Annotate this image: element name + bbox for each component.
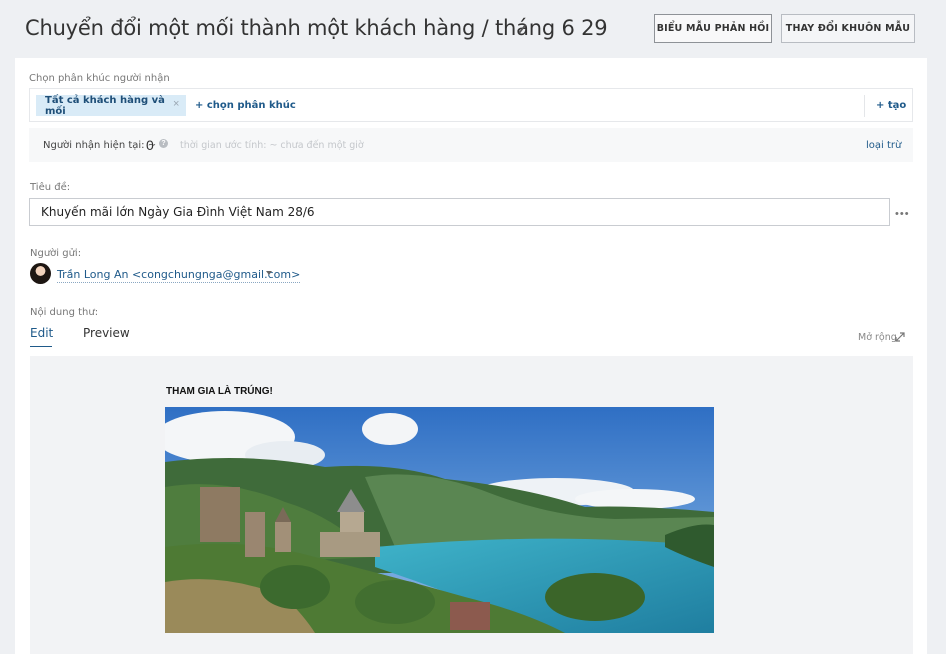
recipients-label: Người nhận hiện tại: ~ — [43, 140, 157, 151]
add-segment-link[interactable]: + chọn phân khúc — [195, 100, 296, 111]
email-heading[interactable]: THAM GIA LÀ TRÚNG! — [166, 386, 273, 397]
active-tab-indicator — [30, 346, 52, 347]
create-segment-link[interactable]: + tạo — [876, 100, 906, 111]
change-template-button[interactable]: THAY ĐỔI KHUÔN MẪU — [781, 14, 915, 43]
email-hero-image[interactable] — [165, 407, 714, 633]
caret-down-icon[interactable] — [266, 271, 272, 275]
remove-segment-icon[interactable]: × — [173, 98, 179, 110]
recipients-count: 0 — [146, 137, 154, 153]
sender-label: Người gửi: — [30, 248, 82, 259]
avatar — [30, 263, 51, 284]
header: Chuyển đổi một mối thành một khách hàng … — [0, 0, 946, 58]
segment-tag[interactable]: Tất cả khách hàng và mối — [36, 95, 186, 117]
help-icon[interactable]: ? — [159, 139, 168, 148]
segment-label: Chọn phân khúc người nhận — [29, 73, 170, 84]
expand-icon[interactable] — [895, 332, 905, 342]
expand-link[interactable]: Mở rộng — [858, 332, 897, 343]
content-label: Nội dung thư: — [30, 307, 99, 318]
tab-edit[interactable]: Edit — [30, 326, 53, 340]
exclude-link[interactable]: loại trừ — [866, 140, 901, 151]
pencil-icon[interactable] — [517, 22, 527, 34]
tab-preview[interactable]: Preview — [83, 326, 130, 340]
subject-input[interactable]: Khuyến mãi lớn Ngày Gia Đình Việt Nam 28… — [29, 198, 890, 226]
divider — [864, 95, 865, 117]
subject-label: Tiêu đề: — [30, 182, 71, 193]
sender-select[interactable]: Trần Long An <congchungnga@gmail.com> — [57, 268, 301, 283]
more-icon[interactable]: ••• — [895, 208, 910, 220]
subject-value: Khuyến mãi lớn Ngày Gia Đình Việt Nam 28… — [41, 205, 315, 219]
feedback-form-button[interactable]: BIỂU MẪU PHẢN HỒI — [654, 14, 772, 43]
estimate-text: thời gian ước tính: ~ chưa đến một giờ — [180, 140, 364, 151]
